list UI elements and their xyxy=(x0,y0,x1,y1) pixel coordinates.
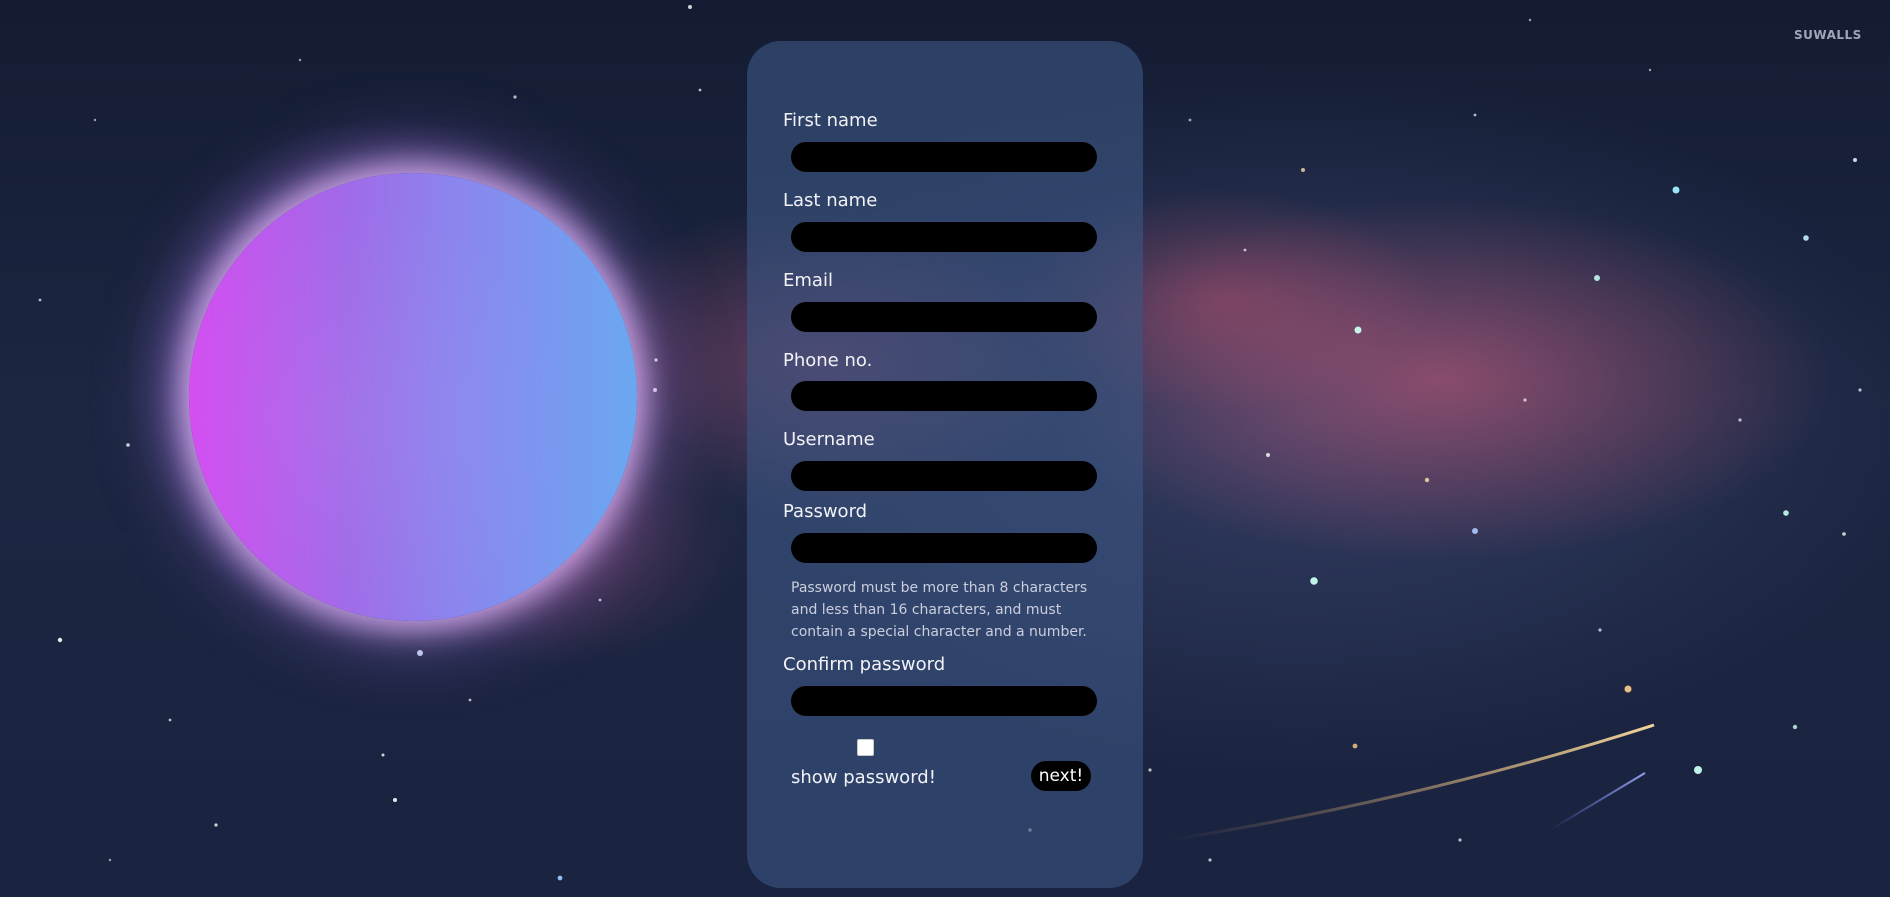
first-name-input[interactable] xyxy=(791,142,1097,172)
last-name-label: Last name xyxy=(783,190,878,211)
password-hint: Password must be more than 8 characters … xyxy=(791,580,1088,640)
phone-label: Phone no. xyxy=(783,350,873,371)
signup-form-card: First name Last name Email Phone no. Use… xyxy=(747,41,1143,888)
show-password-label: show password! xyxy=(791,767,936,788)
phone-input[interactable] xyxy=(791,381,1097,411)
password-input[interactable] xyxy=(791,533,1097,563)
confirm-password-input[interactable] xyxy=(791,686,1097,716)
next-button[interactable]: next! xyxy=(1031,761,1091,791)
last-name-input[interactable] xyxy=(791,222,1097,252)
password-label: Password xyxy=(783,501,868,522)
glowing-planet xyxy=(189,173,637,621)
confirm-password-label: Confirm password xyxy=(783,654,946,675)
username-input[interactable] xyxy=(791,461,1097,491)
comet-streak xyxy=(1170,723,1655,842)
username-label: Username xyxy=(783,429,875,450)
email-input[interactable] xyxy=(791,302,1097,332)
email-label: Email xyxy=(783,270,833,291)
show-password-checkbox[interactable] xyxy=(857,739,874,756)
watermark-logo: SUWALLS xyxy=(1794,28,1862,42)
first-name-label: First name xyxy=(783,110,878,131)
